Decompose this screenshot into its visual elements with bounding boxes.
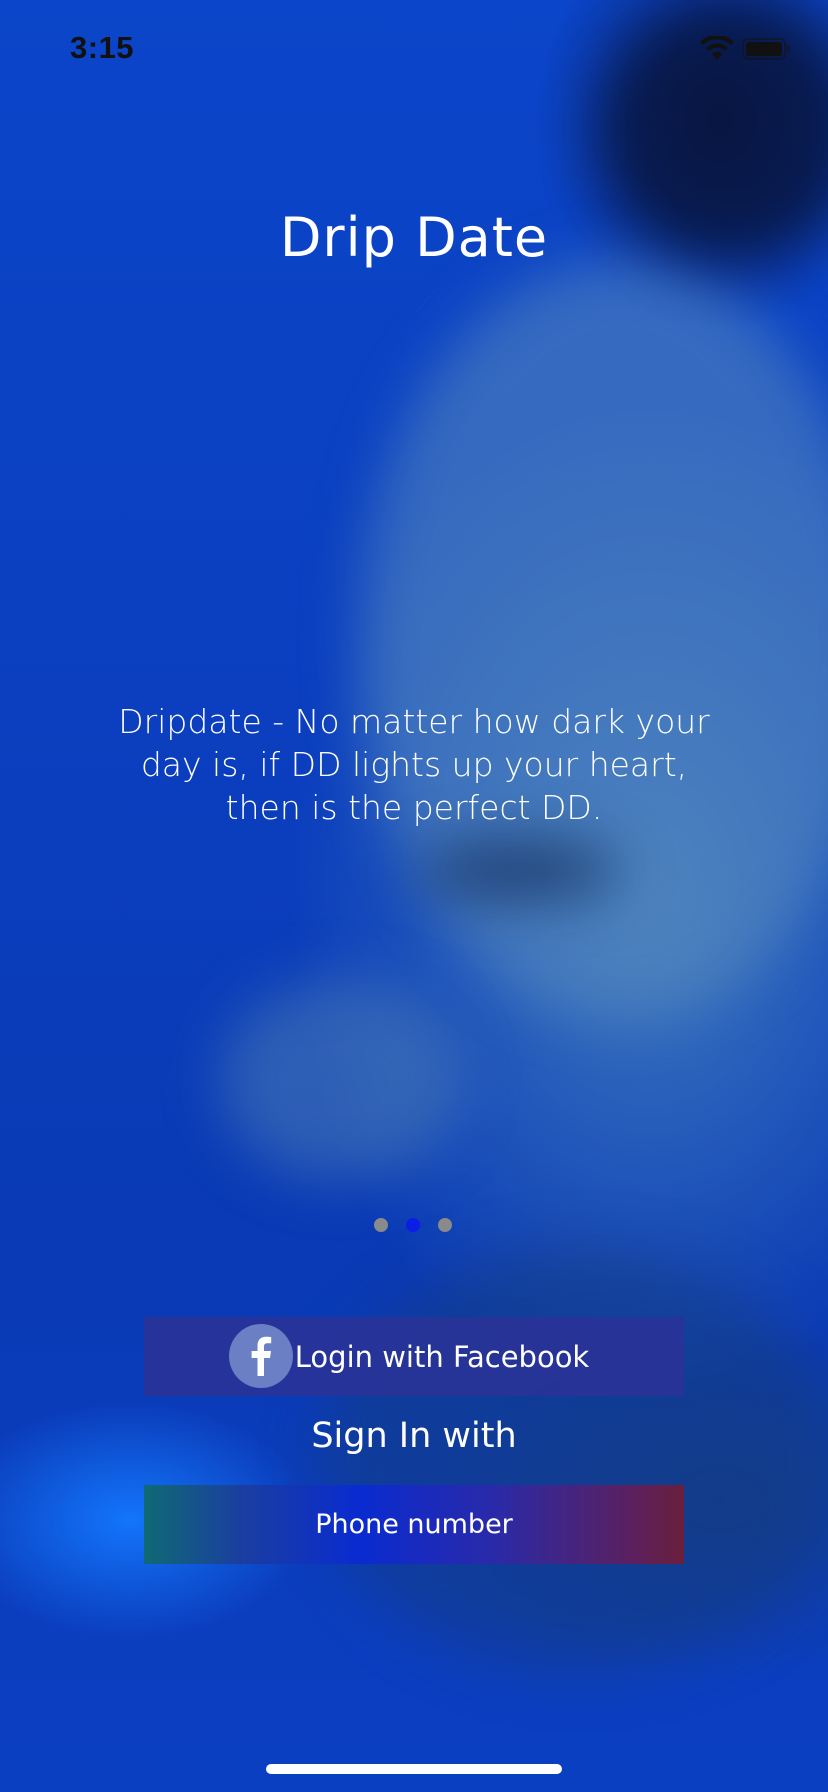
battery-icon <box>742 38 790 60</box>
background-shade <box>220 980 460 1180</box>
page-dot[interactable] <box>438 1218 452 1232</box>
login-facebook-button[interactable]: Login with Facebook <box>144 1317 684 1396</box>
background-shade <box>320 1250 828 1670</box>
signin-with-label: Sign In with <box>311 1416 517 1456</box>
page-dot-active[interactable] <box>406 1218 420 1232</box>
tagline-text: Dripdate - No matter how dark your day i… <box>118 702 710 827</box>
status-bar: 3:15 <box>0 0 828 100</box>
facebook-icon <box>229 1324 293 1388</box>
background-shade <box>420 840 620 900</box>
app-title: Drip Date <box>279 206 549 269</box>
background-shade <box>360 260 828 1020</box>
phone-number-button[interactable]: Phone number <box>144 1485 684 1564</box>
page-indicator[interactable] <box>370 1218 460 1234</box>
facebook-button-label: Login with Facebook <box>294 1339 590 1374</box>
status-time: 3:15 <box>70 30 135 65</box>
phone-button-label: Phone number <box>315 1509 513 1540</box>
wifi-icon <box>700 36 734 60</box>
home-indicator[interactable] <box>266 1764 562 1774</box>
page-dot[interactable] <box>374 1218 388 1232</box>
